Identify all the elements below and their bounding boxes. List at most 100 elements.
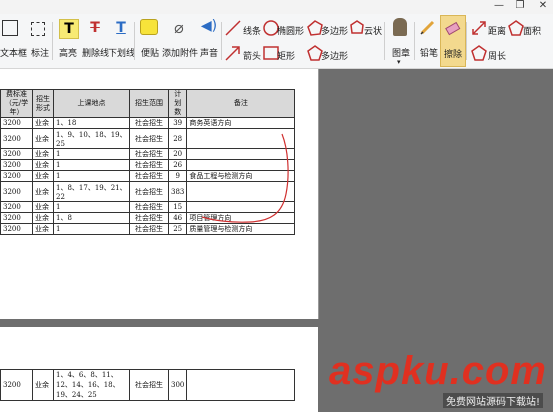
table-cell: 15 bbox=[167, 201, 188, 213]
perimeter-icon[interactable] bbox=[470, 44, 488, 62]
area-button[interactable]: 面积 bbox=[523, 24, 541, 37]
chevron-down-icon[interactable]: ▾ bbox=[397, 58, 401, 66]
note-button[interactable]: 标注 bbox=[31, 46, 49, 59]
eraser-button[interactable]: 擦除 bbox=[440, 15, 466, 67]
table-cell: 业余 bbox=[32, 212, 54, 224]
toolbar-separator bbox=[466, 22, 467, 60]
table-cell: 业余 bbox=[32, 223, 54, 235]
table-header-row: 费标准（元/学年） 招生形式 上课地点 招生范围 计划数 备注 bbox=[0, 89, 296, 118]
arrow-icon[interactable] bbox=[224, 44, 242, 62]
table-cell: 业余 bbox=[32, 201, 54, 213]
table-cell: 3200 bbox=[0, 128, 33, 149]
table-cell: 商务英语方向 bbox=[186, 117, 296, 129]
paperclip-icon[interactable]: ⌀ bbox=[170, 18, 188, 37]
textbox-icon[interactable] bbox=[2, 20, 18, 36]
table-cell: 社会招生 bbox=[129, 117, 169, 129]
ellipse-button[interactable]: 椭圆形 bbox=[277, 24, 304, 37]
annotation-toolbar: 文本框 标注 T 高亮 T 删除线 T 下划线 便贴 ⌀ 添加附件 ◀) 声音 … bbox=[0, 14, 553, 69]
toolbar-separator bbox=[221, 22, 222, 60]
table-cell: 1 bbox=[53, 159, 130, 171]
table-cell: 1、8 bbox=[53, 212, 130, 224]
table-cell: 1、4、6、8、11、12、14、16、18、19、24、25 bbox=[53, 369, 130, 401]
table-cell: 业余 bbox=[32, 159, 54, 171]
maximize-icon[interactable]: ❐ bbox=[508, 0, 532, 14]
underline-button[interactable]: 下划线 bbox=[108, 46, 135, 59]
highlight-icon[interactable]: T bbox=[59, 19, 79, 39]
table-cell: 9 bbox=[167, 170, 188, 182]
table-cell: 1 bbox=[53, 201, 130, 213]
table-cell: 社会招生 bbox=[129, 223, 169, 235]
table-cell: 20 bbox=[167, 148, 188, 160]
table-cell: 3200 bbox=[0, 223, 33, 235]
table-cell: 28 bbox=[167, 128, 188, 149]
table-cell: 3200 bbox=[0, 117, 33, 129]
polygon2-button[interactable]: 多边形 bbox=[321, 49, 348, 62]
distance-button[interactable]: 距离 bbox=[488, 24, 506, 37]
strikethrough-button[interactable]: 删除线 bbox=[82, 46, 109, 59]
strikethrough-icon[interactable]: T bbox=[86, 19, 104, 37]
document-viewport[interactable]: 费标准（元/学年） 招生形式 上课地点 招生范围 计划数 备注 3200 业余 1、18 社会招生… bbox=[0, 69, 553, 412]
table-cell: 383 bbox=[167, 181, 188, 202]
table-header-cell: 招生范围 bbox=[129, 89, 169, 118]
document-page-2: 3200 业余 1、4、6、8、11、12、14、16、18、19、24、25 社会招… bbox=[0, 327, 318, 412]
table-cell: 1、9、10、18、19、25 bbox=[53, 128, 130, 149]
line-button[interactable]: 线条 bbox=[243, 24, 261, 37]
table-cell: 300 bbox=[167, 369, 188, 401]
pencil-button[interactable]: 铅笔 bbox=[420, 46, 438, 59]
arrow-button[interactable]: 箭头 bbox=[243, 49, 261, 62]
table-cell: 1 bbox=[53, 148, 130, 160]
toolbar-separator bbox=[414, 22, 415, 60]
enrollment-table-2: 3200 业余 1、4、6、8、11、12、14、16、18、19、24、25 社会招… bbox=[0, 369, 296, 401]
textbox-button[interactable]: 文本框 bbox=[0, 46, 27, 59]
table-row: 3200 业余 1、18 社会招生 39 商务英语方向 bbox=[0, 117, 296, 129]
sticky-note-button[interactable]: 便贴 bbox=[141, 46, 159, 59]
stamp-button[interactable]: 图章 bbox=[392, 46, 410, 59]
table-cell: 3200 bbox=[0, 212, 33, 224]
table-cell: 3200 bbox=[0, 181, 33, 202]
sound-button[interactable]: 声音 bbox=[200, 46, 218, 59]
table-cell: 社会招生 bbox=[129, 159, 169, 171]
table-cell: 1、18 bbox=[53, 117, 130, 129]
pencil-icon[interactable] bbox=[419, 18, 437, 36]
table-cell: 26 bbox=[167, 159, 188, 171]
polygon-button[interactable]: 多边形 bbox=[321, 24, 348, 37]
table-cell: 39 bbox=[167, 117, 188, 129]
table-cell: 1 bbox=[53, 223, 130, 235]
table-cell: 1、8、17、19、21、22 bbox=[53, 181, 130, 202]
table-header-cell: 备注 bbox=[186, 89, 296, 118]
line-icon[interactable] bbox=[224, 19, 242, 37]
table-cell: 业余 bbox=[32, 128, 54, 149]
table-cell: 社会招生 bbox=[129, 369, 169, 401]
table-row: 3200 业余 1、4、6、8、11、12、14、16、18、19、24、25 社会招… bbox=[0, 369, 296, 401]
distance-icon[interactable] bbox=[470, 19, 488, 37]
speaker-icon[interactable]: ◀) bbox=[200, 18, 218, 36]
title-bar: — ❐ ✕ bbox=[0, 0, 553, 14]
perimeter-button[interactable]: 周长 bbox=[488, 49, 506, 62]
document-page: 费标准（元/学年） 招生形式 上课地点 招生范围 计划数 备注 3200 业余 1、18 社会招生… bbox=[0, 69, 319, 319]
rectangle-button[interactable]: 矩形 bbox=[277, 49, 295, 62]
sticky-note-icon[interactable] bbox=[140, 19, 158, 35]
table-header-cell: 上课地点 bbox=[53, 89, 130, 118]
table-cell: 业余 bbox=[32, 170, 54, 182]
watermark-subtitle: 免费网站源码下载站! bbox=[442, 393, 543, 408]
attach-file-button[interactable]: 添加附件 bbox=[162, 46, 198, 59]
table-cell: 46 bbox=[167, 212, 188, 224]
table-cell: 3200 bbox=[0, 170, 33, 182]
table-cell: 社会招生 bbox=[129, 201, 169, 213]
toolbar-separator bbox=[384, 22, 385, 60]
table-cell: 社会招生 bbox=[129, 181, 169, 202]
underline-icon[interactable]: T bbox=[112, 19, 130, 37]
table-cell: 社会招生 bbox=[129, 128, 169, 149]
table-cell: 25 bbox=[167, 223, 188, 235]
table-cell bbox=[186, 369, 296, 401]
table-cell: 社会招生 bbox=[129, 212, 169, 224]
table-cell: 3200 bbox=[0, 148, 33, 160]
cloud-button[interactable]: 云状 bbox=[364, 24, 382, 37]
table-cell: 3200 bbox=[0, 369, 33, 401]
stamp-icon[interactable] bbox=[393, 18, 407, 36]
note-icon[interactable] bbox=[31, 22, 45, 36]
toolbar-separator bbox=[134, 22, 135, 60]
highlight-button[interactable]: 高亮 bbox=[59, 46, 77, 59]
table-cell: 业余 bbox=[32, 181, 54, 202]
close-icon[interactable]: ✕ bbox=[531, 0, 553, 14]
